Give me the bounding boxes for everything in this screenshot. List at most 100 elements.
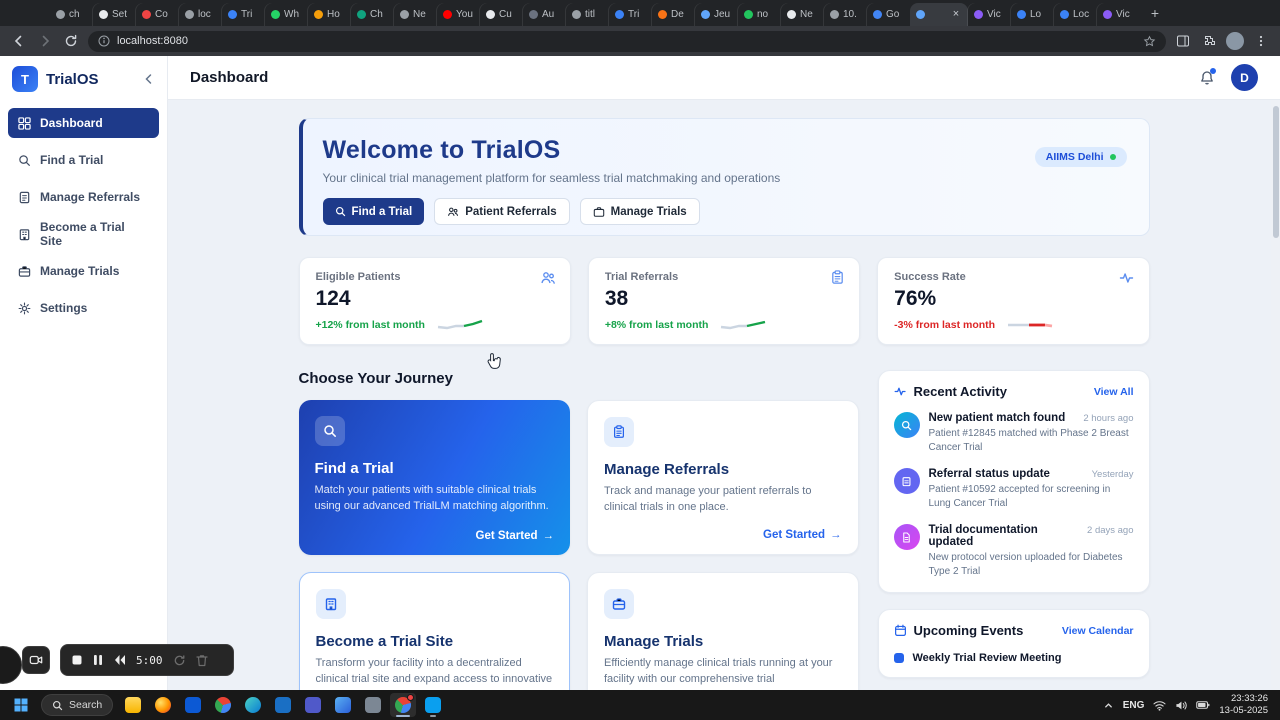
find-a-trial-button[interactable]: Find a Trial (322, 198, 425, 225)
view-all-link[interactable]: View All (1094, 386, 1134, 398)
sidebar-item-dashboard[interactable]: Dashboard (8, 108, 159, 138)
reload-icon[interactable] (62, 32, 80, 50)
photos-icon[interactable] (330, 693, 356, 717)
language-indicator[interactable]: ENG (1123, 700, 1145, 711)
chrome-icon[interactable] (210, 693, 236, 717)
extensions-puzzle-icon[interactable] (1200, 32, 1218, 50)
edge-icon[interactable] (240, 693, 266, 717)
browser-tab[interactable]: De × (652, 3, 695, 26)
browser-tab[interactable]: Tri × (609, 3, 652, 26)
taskbar-search[interactable]: Search (41, 694, 114, 716)
browser-menu-icon[interactable] (1252, 32, 1270, 50)
tab-favicon (99, 10, 108, 19)
bookmark-star-icon[interactable] (1143, 35, 1156, 48)
event-item[interactable]: Weekly Trial Review Meeting (893, 652, 1134, 664)
site-info-icon[interactable] (98, 35, 110, 47)
get-started-link[interactable]: Get Started → (763, 529, 842, 541)
battery-icon[interactable] (1196, 700, 1210, 710)
side-panel-icon[interactable] (1174, 32, 1192, 50)
scrollbar-thumb[interactable] (1272, 106, 1279, 238)
stop-recording-button[interactable] (71, 654, 83, 666)
file-explorer-icon[interactable] (120, 693, 146, 717)
activity-title: Referral status update (928, 468, 1050, 480)
firefox-icon[interactable] (150, 693, 176, 717)
browser-tab[interactable]: Cu × (480, 3, 523, 26)
manage-trials-button[interactable]: Manage Trials (579, 198, 700, 225)
journey-card-find-a-trial[interactable]: Find a Trial Match your patients with su… (298, 400, 570, 555)
redo-recording-icon[interactable] (173, 654, 186, 667)
browser-tab[interactable]: × (910, 3, 968, 26)
view-calendar-link[interactable]: View Calendar (1062, 625, 1134, 637)
browser-tab[interactable]: Loc × (1054, 3, 1097, 26)
back-icon[interactable] (10, 32, 28, 50)
browser-tab[interactable]: Ne × (781, 3, 824, 26)
browser-tab[interactable]: Co × (136, 3, 179, 26)
browser-tab[interactable]: Go × (867, 3, 910, 26)
forward-icon[interactable] (36, 32, 54, 50)
microsoft-store-icon[interactable] (180, 693, 206, 717)
activity-item[interactable]: Referral status update Yesterday Patient… (893, 468, 1134, 511)
notepad-icon[interactable] (360, 693, 386, 717)
tab-favicon (916, 10, 925, 19)
user-avatar[interactable]: D (1231, 64, 1258, 91)
taskbar-clock[interactable]: 23:33:26 13-05-2025 (1219, 693, 1268, 718)
sidebar-item-manage-trials[interactable]: Manage Trials (8, 256, 159, 286)
sidebar-item-manage-referrals[interactable]: Manage Referrals (8, 182, 159, 212)
browser-tab[interactable]: Vic × (1097, 3, 1140, 26)
browser-tab[interactable]: Jeu × (695, 3, 738, 26)
journey-card-manage-referrals[interactable]: Manage Referrals Track and manage your p… (587, 400, 859, 555)
site-badge[interactable]: AIIMS Delhi (1034, 147, 1127, 167)
browser-tab[interactable]: You × (437, 3, 480, 26)
start-button-icon[interactable] (8, 693, 34, 717)
sidebar-item-become-a-trial-site[interactable]: Become a Trial Site (8, 219, 159, 249)
tray-chevron-up-icon[interactable] (1103, 700, 1114, 711)
activity-time: 2 days ago (1087, 525, 1134, 536)
page-scrollbar[interactable] (1271, 100, 1280, 690)
browser-tab[interactable]: Vic × (968, 3, 1011, 26)
tab-close-icon[interactable]: × (950, 8, 962, 21)
browser-tab[interactable]: 10. × (824, 3, 867, 26)
outlook-icon[interactable] (270, 693, 296, 717)
volume-icon[interactable] (1175, 700, 1188, 711)
browser-tab[interactable]: Tri × (222, 3, 265, 26)
new-tab-button[interactable]: + (1144, 2, 1166, 24)
journey-card-become-a-trial-site[interactable]: Become a Trial Site Transform your facil… (298, 572, 570, 690)
browser-tab[interactable]: Au × (523, 3, 566, 26)
sidebar-collapse-icon[interactable] (143, 73, 155, 85)
notifications-bell-icon[interactable] (1199, 67, 1216, 86)
chrome-recording-icon[interactable] (390, 693, 417, 717)
camera-toggle-button[interactable] (22, 646, 50, 674)
get-started-link[interactable]: Get Started → (476, 530, 555, 542)
patient-referrals-button[interactable]: Patient Referrals (434, 198, 570, 225)
tab-title: 10. (843, 9, 857, 20)
vscode-icon[interactable] (420, 693, 446, 717)
journey-card-manage-trials[interactable]: Manage Trials Efficiently manage clinica… (587, 572, 859, 690)
tab-title: Vic (987, 9, 1001, 20)
browser-tab[interactable]: titl × (566, 3, 609, 26)
sidebar-item-settings[interactable]: Settings (8, 293, 159, 323)
browser-tab[interactable]: ch × (50, 3, 93, 26)
browser-profile-avatar[interactable] (1226, 32, 1244, 50)
wifi-icon[interactable] (1153, 700, 1166, 711)
sidebar-item-label: Manage Referrals (40, 190, 141, 204)
sparkline-down (1008, 323, 1053, 328)
address-bar[interactable]: localhost:8080 (88, 30, 1166, 52)
pause-recording-button[interactable] (93, 654, 103, 666)
browser-tab[interactable]: Ne × (394, 3, 437, 26)
browser-tab[interactable]: loc × (179, 3, 222, 26)
welcome-title: Welcome to TrialOS (322, 136, 561, 164)
browser-tab[interactable]: Ch × (351, 3, 394, 26)
browser-tab[interactable]: Lo × (1011, 3, 1054, 26)
sidebar-item-find-a-trial[interactable]: Find a Trial (8, 145, 159, 175)
activity-item[interactable]: New patient match found 2 hours ago Pati… (893, 412, 1134, 455)
delete-recording-icon[interactable] (195, 654, 208, 667)
browser-tab[interactable]: Wh × (265, 3, 308, 26)
browser-tab[interactable]: no × (738, 3, 781, 26)
restart-recording-button[interactable] (113, 654, 126, 666)
teams-icon[interactable] (300, 693, 326, 717)
tab-title: Loc (1073, 9, 1090, 20)
browser-tab[interactable]: Ho × (308, 3, 351, 26)
browser-tab[interactable]: Set × (93, 3, 136, 26)
activity-item[interactable]: Trial documentation updated 2 days ago N… (893, 524, 1134, 579)
button-label: Manage Trials (610, 205, 687, 218)
